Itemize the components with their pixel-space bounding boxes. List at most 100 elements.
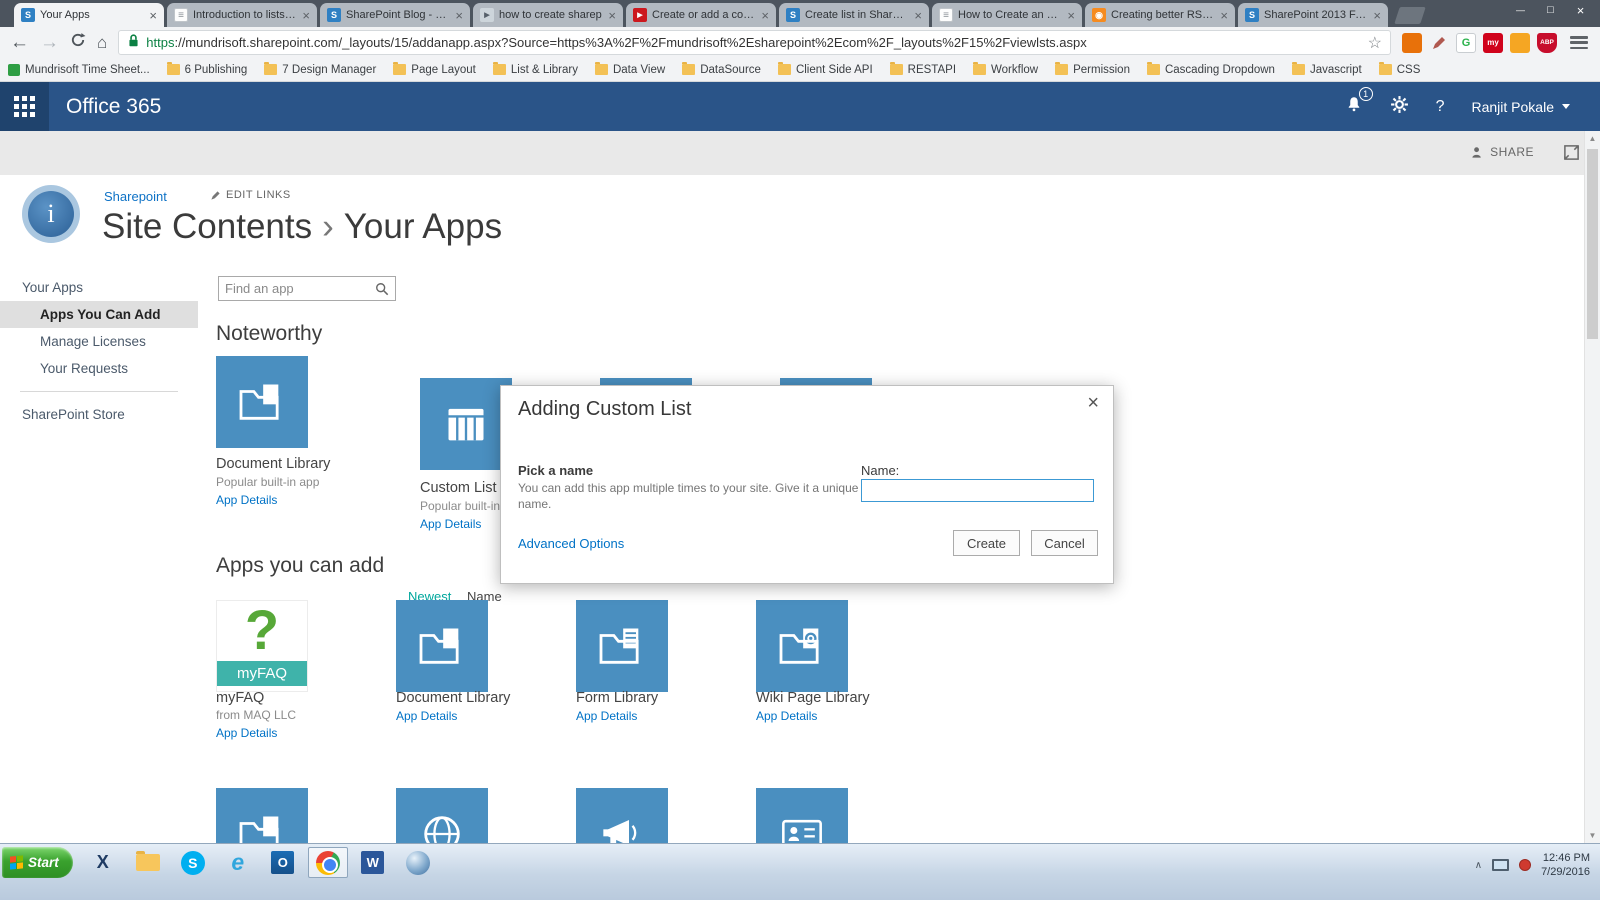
show-hidden-icons-icon[interactable]: [1475, 860, 1482, 871]
tab-create-list[interactable]: Create list in SharePoi: [779, 3, 929, 27]
cancel-button[interactable]: Cancel: [1031, 530, 1098, 556]
taskbar-clock[interactable]: 12:46 PM 7/29/2016: [1541, 851, 1590, 880]
bookmark-folder[interactable]: Permission: [1055, 62, 1130, 76]
bookmark-folder[interactable]: Javascript: [1291, 62, 1362, 76]
edit-links-button[interactable]: EDIT LINKS: [210, 189, 291, 201]
tab-how-to-create[interactable]: how to create sharep: [473, 3, 623, 27]
tab-close-icon[interactable]: [149, 9, 157, 22]
bookmark-folder[interactable]: Page Layout: [393, 62, 476, 76]
chrome-icon[interactable]: [307, 847, 348, 878]
form-library-tile[interactable]: [576, 600, 668, 692]
window-maximize-button[interactable]: [1537, 2, 1564, 18]
sidebar-item-your-requests[interactable]: Your Requests: [0, 355, 198, 382]
page-scrollbar[interactable]: ▲ ▼: [1584, 131, 1600, 843]
custom-list-tile[interactable]: [420, 378, 512, 470]
pen-extension-icon[interactable]: [1429, 33, 1449, 53]
notifications-button[interactable]: 1: [1345, 87, 1373, 119]
bookmark-star-icon[interactable]: [1368, 33, 1382, 53]
settings-button[interactable]: [1390, 95, 1409, 119]
breadcrumb-site-contents[interactable]: Site Contents: [102, 207, 312, 246]
search-icon[interactable]: [375, 282, 389, 296]
sidebar-item-apps-you-can-add[interactable]: Apps You Can Add: [0, 301, 198, 328]
user-menu[interactable]: Ranjit Pokale: [1472, 99, 1570, 115]
tab-introduction-to-lists[interactable]: Introduction to lists - O: [167, 3, 317, 27]
tab-close-icon[interactable]: [761, 9, 769, 22]
tab-your-apps[interactable]: Your Apps: [14, 3, 164, 27]
screenshot-extension-icon[interactable]: [1402, 32, 1422, 53]
my-extension-icon[interactable]: my: [1483, 32, 1503, 53]
outlook-icon[interactable]: [263, 847, 303, 878]
window-close-button[interactable]: [1567, 2, 1594, 18]
tab-close-icon[interactable]: [455, 9, 463, 22]
advanced-options-link[interactable]: Advanced Options: [518, 536, 624, 551]
scroll-up-icon[interactable]: ▲: [1585, 134, 1600, 143]
bookmark-folder[interactable]: Data View: [594, 62, 665, 76]
secure-padlock-icon[interactable]: [127, 33, 140, 53]
bookmark-item[interactable]: Mundrisoft Time Sheet...: [8, 63, 150, 76]
scrollbar-thumb[interactable]: [1587, 149, 1598, 339]
internet-explorer-icon[interactable]: [218, 847, 258, 878]
tab-sharepoint-2013-faq[interactable]: SharePoint 2013 FAQ: [1238, 3, 1388, 27]
bookmark-folder[interactable]: 7 Design Manager: [264, 62, 376, 76]
help-button[interactable]: ?: [1436, 98, 1445, 116]
bookmark-folder[interactable]: Client Side API: [777, 62, 873, 76]
chrome-menu-icon[interactable]: [1568, 34, 1590, 51]
dialog-close-icon[interactable]: [1087, 392, 1099, 415]
focus-on-content-icon[interactable]: [1563, 144, 1580, 166]
adblock-plus-icon[interactable]: ABP: [1537, 32, 1557, 53]
start-button[interactable]: Start: [2, 847, 73, 878]
address-bar[interactable]: https://mundrisoft.sharepoint.com/_layou…: [118, 30, 1391, 55]
red-tray-icon[interactable]: [1519, 859, 1532, 871]
bookmark-folder[interactable]: DataSource: [682, 62, 761, 76]
tab-close-icon[interactable]: [914, 9, 922, 22]
sidebar-item-your-apps[interactable]: Your Apps: [0, 274, 198, 301]
bookmark-folder[interactable]: CSS: [1378, 62, 1420, 76]
orange-extension-icon[interactable]: [1510, 32, 1530, 53]
word-icon[interactable]: [353, 847, 393, 878]
app-launcher-button[interactable]: [0, 82, 49, 131]
back-button[interactable]: [10, 33, 29, 52]
tab-how-to-create-ext[interactable]: How to Create an Ext: [932, 3, 1082, 27]
myfaq-tile[interactable]: ? myFAQ: [216, 598, 308, 692]
tab-creating-better-rss[interactable]: Creating better RSS fe: [1085, 3, 1235, 27]
app-details-link[interactable]: App Details: [396, 709, 457, 723]
forward-button[interactable]: [40, 33, 59, 52]
sidebar-item-manage-licenses[interactable]: Manage Licenses: [0, 328, 198, 355]
x-app-icon[interactable]: [83, 847, 123, 878]
grammarly-extension-icon[interactable]: G: [1456, 32, 1476, 53]
tab-close-icon[interactable]: [1067, 9, 1075, 22]
reload-button[interactable]: [70, 32, 86, 53]
create-button[interactable]: Create: [953, 530, 1020, 556]
skype-icon[interactable]: [173, 847, 213, 878]
tab-close-icon[interactable]: [302, 9, 310, 22]
tab-sharepoint-blog[interactable]: SharePoint Blog - Micr: [320, 3, 470, 27]
app-details-link[interactable]: App Details: [576, 709, 637, 723]
site-logo[interactable]: [22, 185, 80, 243]
app-details-link[interactable]: App Details: [756, 709, 817, 723]
display-tray-icon[interactable]: [1492, 859, 1510, 871]
share-button[interactable]: SHARE: [1471, 145, 1534, 159]
sphere-app-icon[interactable]: [398, 847, 438, 878]
app-details-link[interactable]: App Details: [420, 517, 481, 531]
bookmark-folder[interactable]: List & Library: [492, 62, 578, 76]
document-library-tile[interactable]: [396, 600, 488, 692]
home-button[interactable]: [97, 33, 107, 52]
list-name-input[interactable]: [861, 479, 1094, 502]
wiki-page-library-tile[interactable]: [756, 600, 848, 692]
tab-close-icon[interactable]: [608, 9, 616, 22]
app-details-link[interactable]: App Details: [216, 726, 277, 740]
scroll-down-icon[interactable]: ▼: [1585, 831, 1600, 840]
bookmark-folder[interactable]: Workflow: [973, 62, 1038, 76]
site-title-link[interactable]: Sharepoint: [104, 189, 167, 204]
document-library-tile[interactable]: [216, 356, 308, 448]
bookmark-folder[interactable]: Cascading Dropdown: [1146, 62, 1275, 76]
bookmark-folder[interactable]: RESTAPI: [889, 62, 956, 76]
file-explorer-icon[interactable]: [128, 847, 168, 878]
find-an-app-input[interactable]: [225, 281, 375, 296]
app-details-link[interactable]: App Details: [216, 493, 277, 507]
bookmark-folder[interactable]: 6 Publishing: [166, 62, 247, 76]
tab-close-icon[interactable]: [1220, 9, 1228, 22]
office-365-brand[interactable]: Office 365: [66, 82, 161, 131]
sidebar-item-sharepoint-store[interactable]: SharePoint Store: [0, 401, 198, 428]
tab-create-or-add-column[interactable]: Create or add a colum: [626, 3, 776, 27]
